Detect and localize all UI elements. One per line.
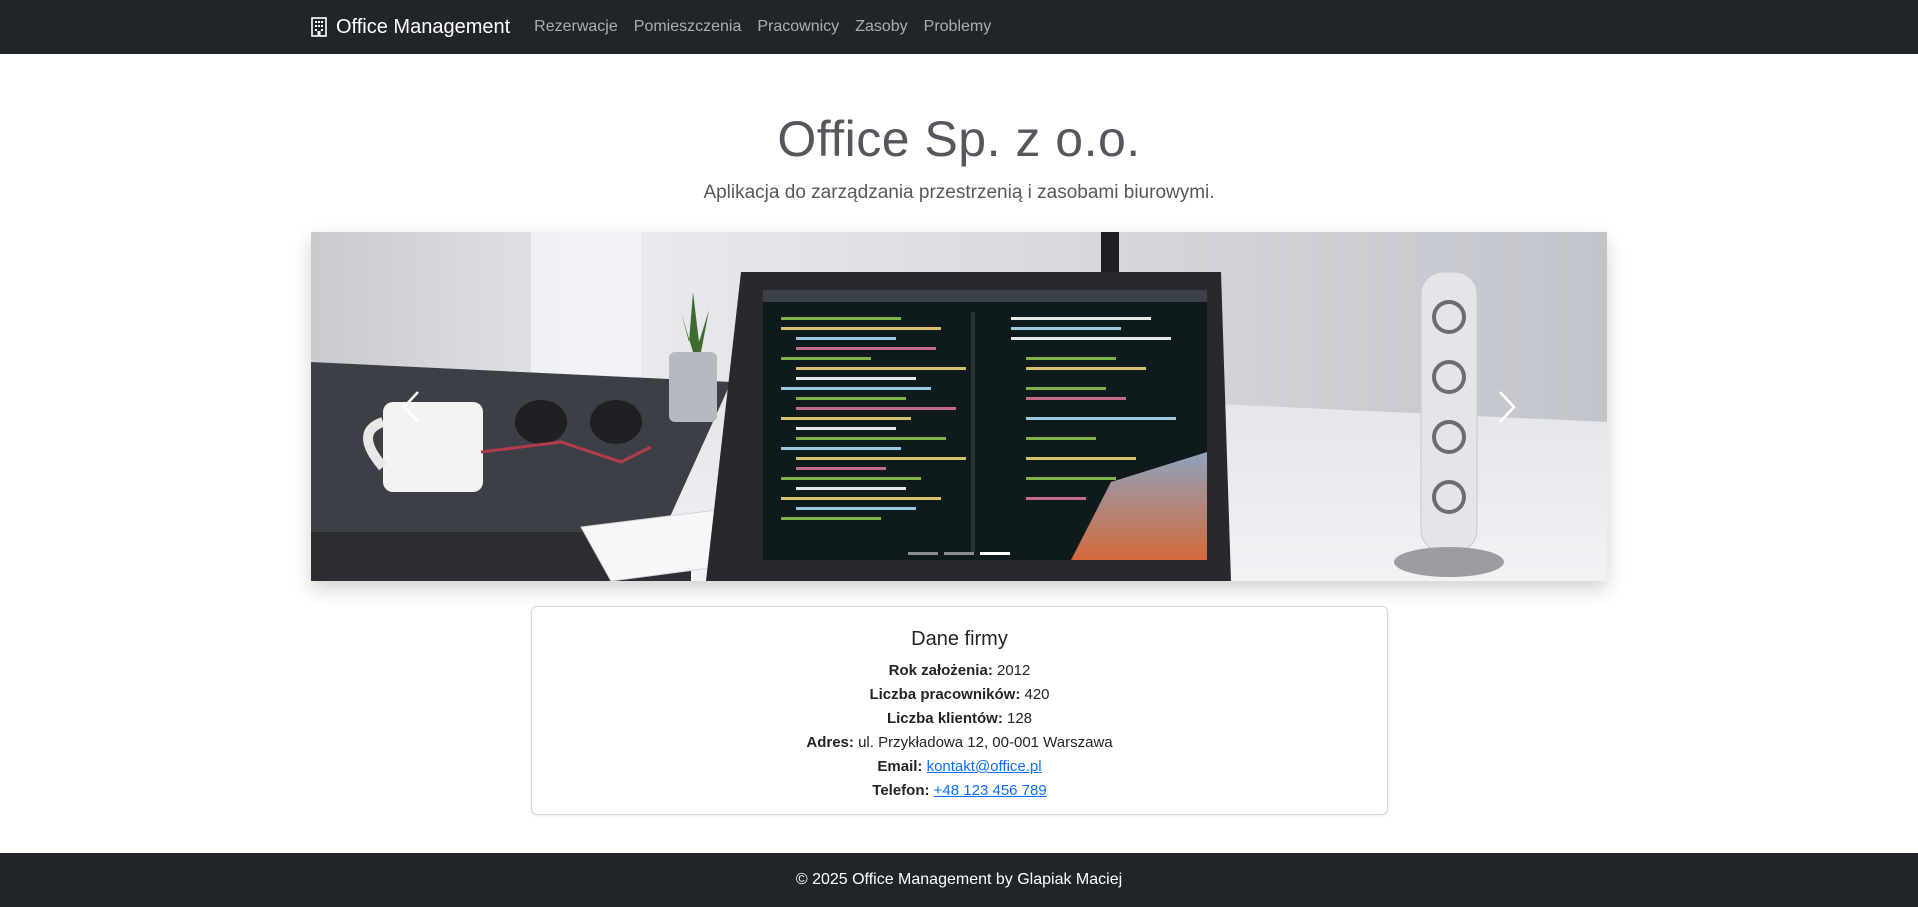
- company-info-card: Dane firmy Rok założenia: 2012 Liczba pr…: [531, 606, 1388, 815]
- info-row-email: Email: kontakt@office.pl: [532, 755, 1387, 779]
- phone-link[interactable]: +48 123 456 789: [934, 782, 1047, 799]
- image-carousel: [311, 232, 1607, 581]
- nav-link-rezerwacje[interactable]: Rezerwacje: [534, 18, 618, 36]
- info-label: Adres:: [806, 734, 854, 751]
- page-title: Office Sp. z o.o.: [777, 111, 1141, 167]
- info-value: 128: [1007, 710, 1033, 727]
- info-row-clients: Liczba klientów: 128: [532, 707, 1387, 731]
- info-row-founded: Rok założenia: 2012: [532, 659, 1387, 683]
- card-title: Dane firmy: [911, 628, 1008, 650]
- carousel-indicator-active[interactable]: [980, 552, 1010, 555]
- page-subtitle: Aplikacja do zarządzania przestrzenią i …: [703, 182, 1215, 203]
- carousel-indicator[interactable]: [908, 552, 938, 555]
- footer: © 2025 Office Management by Glapiak Maci…: [0, 853, 1918, 907]
- carousel-next-button[interactable]: [1437, 232, 1577, 581]
- chevron-right-icon: [1499, 390, 1516, 423]
- info-value: ul. Przykładowa 12, 00-001 Warszawa: [858, 734, 1113, 751]
- carousel-slide-image: [311, 232, 1607, 581]
- carousel-prev-button[interactable]: [341, 232, 481, 581]
- nav-link-problemy[interactable]: Problemy: [924, 18, 992, 36]
- info-label: Liczba klientów:: [886, 710, 1003, 727]
- info-label: Liczba pracowników:: [869, 686, 1021, 703]
- info-value: 420: [1024, 686, 1050, 703]
- chevron-left-icon: [402, 390, 419, 423]
- nav-link-pracownicy[interactable]: Pracownicy: [757, 18, 839, 36]
- info-row-address: Adres: ul. Przykładowa 12, 00-001 Warsza…: [532, 731, 1387, 755]
- brand-link[interactable]: Office Management: [311, 16, 510, 39]
- brand-label: Office Management: [336, 15, 511, 38]
- building-icon: [311, 17, 327, 37]
- footer-text: © 2025 Office Management by Glapiak Maci…: [795, 871, 1123, 888]
- nav-link-zasoby[interactable]: Zasoby: [855, 18, 907, 36]
- info-label: Telefon:: [872, 782, 930, 799]
- carousel-indicators: [311, 552, 1607, 555]
- info-label: Rok założenia:: [888, 662, 993, 679]
- email-link[interactable]: kontakt@office.pl: [927, 758, 1042, 775]
- navbar: Office Management Rezerwacje Pomieszczen…: [0, 0, 1918, 54]
- company-info-list: Rok założenia: 2012 Liczba pracowników: …: [532, 659, 1387, 803]
- nav-link-pomieszczenia[interactable]: Pomieszczenia: [634, 18, 742, 36]
- info-row-employees: Liczba pracowników: 420: [532, 683, 1387, 707]
- carousel-indicator[interactable]: [944, 552, 974, 555]
- navbar-inner: Office Management Rezerwacje Pomieszczen…: [311, 0, 1007, 54]
- info-label: Email:: [877, 758, 923, 775]
- info-value: 2012: [996, 662, 1031, 679]
- info-row-phone: Telefon: +48 123 456 789: [532, 779, 1387, 803]
